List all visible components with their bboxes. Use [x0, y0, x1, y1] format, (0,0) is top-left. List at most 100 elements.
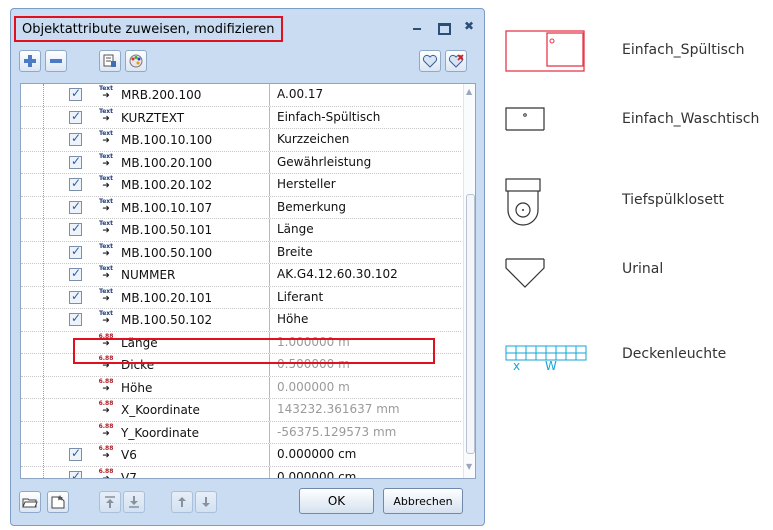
row-checkbox[interactable] [69, 221, 82, 236]
open-folder-button[interactable] [19, 491, 41, 513]
toilet-symbol-icon [505, 178, 541, 226]
scrollbar-thumb[interactable] [466, 194, 475, 454]
save-favorite-icon [51, 495, 65, 509]
minimize-icon[interactable] [410, 19, 424, 33]
table-row[interactable]: Text➜ MB.100.10.100 Kurzzeichen [21, 129, 461, 152]
attribute-value[interactable]: 0.000000 m [277, 380, 350, 394]
column-divider [269, 196, 270, 218]
favorite-remove-button[interactable] [445, 50, 467, 72]
row-checkbox[interactable] [69, 469, 82, 478]
text-type-icon: Text ➜ [98, 85, 114, 101]
attribute-value[interactable]: Höhe [277, 312, 308, 326]
vertical-scrollbar[interactable]: ▲ ▼ [463, 84, 475, 478]
attribute-value[interactable]: Hersteller [277, 177, 336, 191]
attribute-name: MB.100.20.102 [121, 178, 213, 192]
table-row[interactable]: Text➜ MB.100.50.100 Breite [21, 241, 461, 264]
table-row[interactable]: 6.88 ➜ X_Koordinate 143232.361637 mm [21, 399, 461, 422]
attribute-value[interactable]: 0.000000 cm [277, 470, 356, 479]
attribute-table: Text➜ MRB.200.100 A.00.17 Text➜ KURZTEXT Einf… [20, 83, 476, 479]
move-top-button[interactable] [99, 491, 121, 513]
column-divider [269, 106, 270, 128]
text-type-icon: Text ➜ [98, 220, 114, 236]
move-bottom-button[interactable] [123, 491, 145, 513]
remove-attribute-button[interactable] [45, 50, 67, 72]
attribute-value[interactable]: Kurzzeichen [277, 132, 349, 146]
number-type-icon: 6.88 ➜ [98, 377, 114, 394]
table-row[interactable]: 6.88 ➜ Höhe 0.000000 m [21, 376, 461, 399]
row-checkbox[interactable] [69, 244, 82, 259]
number-type-icon: 6.88 ➜ [98, 467, 114, 479]
table-row[interactable]: Text➜ MB.100.20.100 Gewährleistung [21, 151, 461, 174]
open-folder-icon [22, 498, 38, 508]
row-checkbox[interactable] [69, 199, 82, 214]
attribute-name: MB.100.50.102 [121, 313, 213, 327]
light-sublabel-w: W [545, 359, 557, 373]
row-checkbox[interactable] [69, 446, 82, 461]
attribute-value[interactable]: A.00.17 [277, 87, 323, 101]
edit-attribute-icon [103, 54, 116, 67]
number-type-icon: 6.88 ➜ [98, 445, 114, 461]
number-type-icon: 6.88 ➜ [98, 422, 114, 439]
favorite-button[interactable] [419, 50, 441, 72]
table-row[interactable]: Text➜ MB.100.20.101 Liferant [21, 286, 461, 309]
row-checkbox[interactable] [69, 86, 82, 101]
attribute-value[interactable]: AK.G4.12.60.30.102 [277, 267, 398, 281]
add-attribute-button[interactable] [19, 50, 41, 72]
attribute-value[interactable]: Breite [277, 245, 313, 259]
favorite-heart-icon [422, 54, 438, 68]
scroll-down-arrow-icon[interactable]: ▼ [466, 462, 472, 471]
table-row[interactable]: Text➜ MB.100.50.101 Länge [21, 219, 461, 242]
move-up-button[interactable] [171, 491, 193, 513]
attribute-value[interactable]: Liferant [277, 290, 323, 304]
text-type-icon: Text ➜ [98, 242, 114, 259]
cancel-button[interactable]: Abbrechen [383, 488, 463, 514]
palette-button[interactable] [125, 50, 147, 72]
dialog-title: Objektattribute zuweisen, modifizieren [14, 16, 283, 42]
attribute-value[interactable]: 143232.361637 mm [277, 402, 400, 416]
move-top-icon [105, 496, 115, 508]
text-type-icon: Text ➜ [98, 152, 114, 169]
urinal-symbol-icon [505, 258, 545, 288]
row-checkbox[interactable] [69, 176, 82, 191]
table-row[interactable]: Text➜ MB.100.50.102 Höhe [21, 309, 461, 332]
attribute-name: X_Koordinate [121, 403, 200, 417]
save-favorite-button[interactable] [47, 491, 69, 513]
maximize-icon[interactable] [436, 19, 451, 35]
legend-label: Einfach_Waschtisch [622, 111, 760, 127]
attribute-value[interactable]: Länge [277, 222, 314, 236]
attribute-name: V6 [121, 448, 137, 462]
attribute-value[interactable]: Gewährleistung [277, 155, 371, 169]
scroll-up-arrow-icon[interactable]: ▲ [466, 87, 472, 96]
number-type-icon: 6.88 ➜ [98, 400, 114, 416]
attribute-value[interactable]: 0.000000 cm [277, 447, 356, 461]
row-checkbox[interactable] [69, 311, 82, 326]
move-down-button[interactable] [195, 491, 217, 513]
row-checkbox[interactable] [69, 109, 82, 124]
ok-button[interactable]: OK [299, 488, 374, 514]
attribute-name: V7 [121, 470, 137, 479]
close-icon[interactable]: ✖ [462, 19, 476, 33]
table-row[interactable]: 6.88➜ V7 0.000000 cm [21, 466, 461, 479]
washbasin-symbol-icon [505, 107, 545, 131]
row-checkbox[interactable] [69, 289, 82, 304]
attribute-value[interactable]: -56375.129573 mm [277, 425, 396, 439]
table-row[interactable]: Text➜ MRB.200.100 A.00.17 [21, 84, 461, 107]
table-row[interactable]: Text➜ KURZTEXT Einfach-Spültisch [21, 106, 461, 129]
table-row[interactable]: 6.88 ➜ Y_Koordinate -56375.129573 mm [21, 421, 461, 444]
row-checkbox[interactable] [69, 154, 82, 169]
column-divider [269, 399, 270, 421]
table-row[interactable]: Text➜ MB.100.10.107 Bemerkung [21, 196, 461, 219]
move-down-icon [202, 497, 210, 507]
table-row[interactable]: Text➜ MB.100.20.102 Hersteller [21, 174, 461, 197]
edit-attribute-button[interactable] [99, 50, 121, 72]
add-attribute-icon [24, 55, 36, 67]
row-checkbox[interactable] [69, 131, 82, 146]
attribute-name: NUMMER [121, 268, 176, 282]
attribute-name: Höhe [121, 380, 153, 395]
table-row[interactable]: 6.88➜ V6 0.000000 cm [21, 444, 461, 467]
attribute-name: KURZTEXT [121, 110, 185, 125]
table-row[interactable]: Text➜ NUMMER AK.G4.12.60.30.102 [21, 264, 461, 287]
row-checkbox[interactable] [69, 266, 82, 281]
attribute-value[interactable]: Bemerkung [277, 200, 346, 214]
attribute-value[interactable]: Einfach-Spültisch [277, 110, 380, 124]
